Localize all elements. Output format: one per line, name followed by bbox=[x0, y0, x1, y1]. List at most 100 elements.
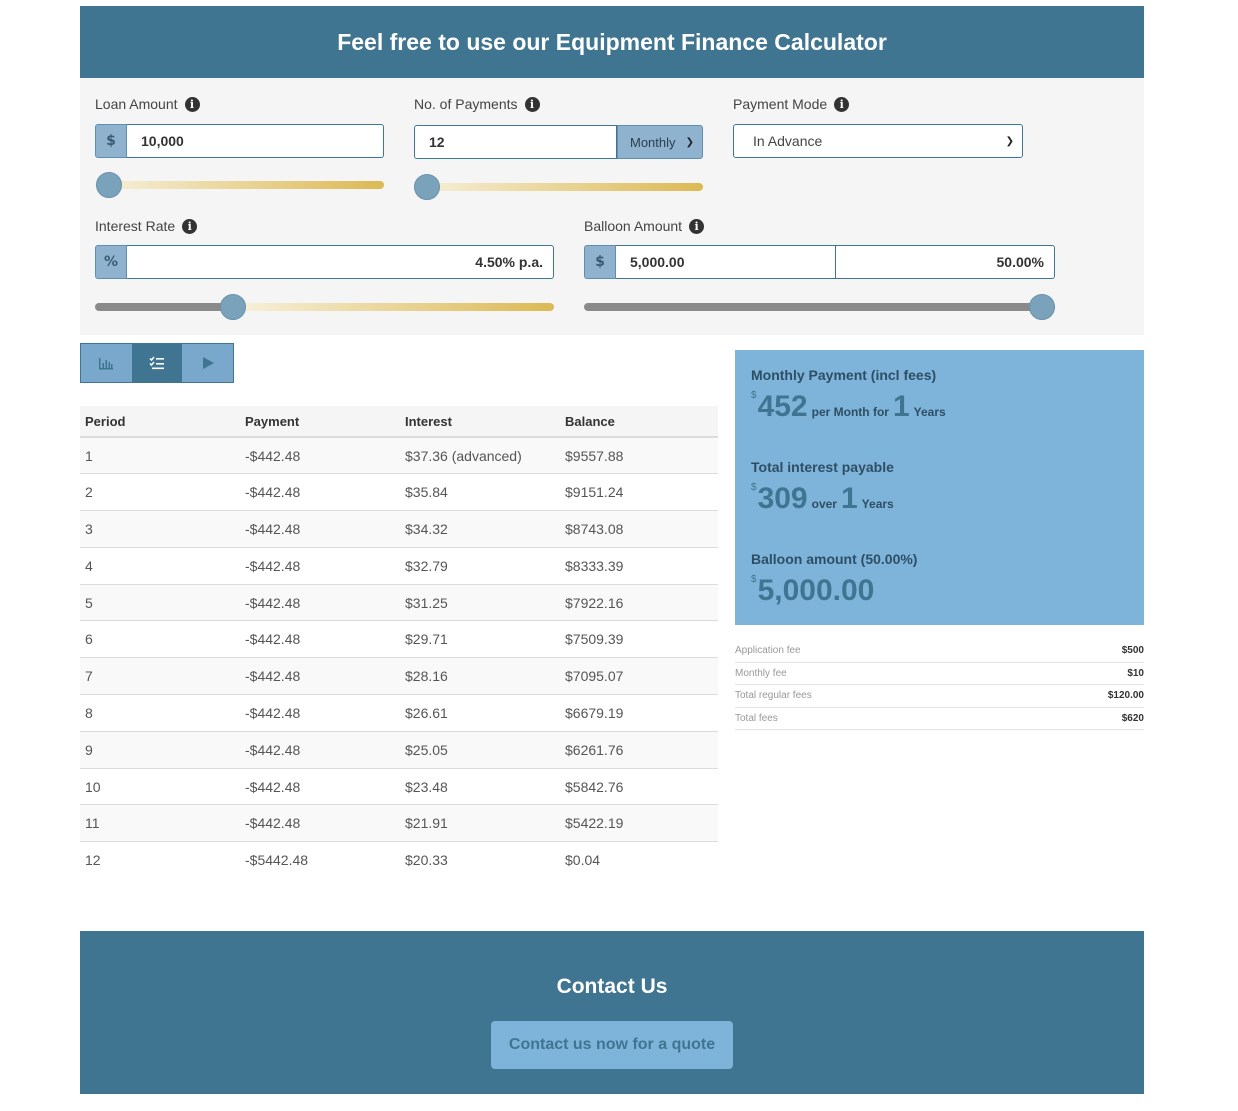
balloon-amount: 5,000.00 bbox=[757, 574, 875, 607]
interest-rate-label-text: Interest Rate bbox=[95, 218, 176, 234]
slider-handle[interactable] bbox=[1029, 294, 1055, 320]
cell-interest: $26.61 bbox=[400, 694, 560, 732]
loan-amount-slider[interactable] bbox=[95, 172, 384, 198]
balloon-slider[interactable] bbox=[584, 294, 1055, 320]
loan-amount-input[interactable]: 10,000 bbox=[127, 124, 384, 158]
table-row: 3 -$442.48 $34.32 $8743.08 bbox=[80, 510, 718, 548]
payments-slider[interactable] bbox=[414, 174, 703, 200]
fee-row: Total regular fees $120.00 bbox=[735, 685, 1144, 708]
monthly-amount: 452 bbox=[757, 390, 808, 423]
loan-amount-label-text: Loan Amount bbox=[95, 96, 178, 112]
results-summary: Monthly Payment (incl fees) $ 452 per Mo… bbox=[735, 350, 1144, 625]
column-header-balance: Balance bbox=[560, 406, 718, 438]
slider-track bbox=[95, 181, 384, 189]
payment-mode-label: Payment Mode i bbox=[733, 96, 850, 112]
currency-symbol: $ bbox=[751, 574, 757, 585]
info-icon[interactable]: i bbox=[524, 96, 540, 112]
monthly-payment-value: $ 452 per Month for 1 Years bbox=[751, 390, 950, 424]
slider-track-filled bbox=[584, 303, 1055, 311]
table-row: 11 -$442.48 $21.91 $5422.19 bbox=[80, 804, 718, 842]
slider-track bbox=[414, 183, 703, 191]
cell-interest: $28.16 bbox=[400, 657, 560, 695]
play-icon bbox=[202, 357, 214, 369]
payments-label-text: No. of Payments bbox=[414, 96, 518, 112]
cell-interest: $20.33 bbox=[400, 841, 560, 879]
fee-value: $620 bbox=[1121, 712, 1144, 724]
per-month-text: per Month for bbox=[811, 405, 889, 419]
slider-handle[interactable] bbox=[220, 294, 246, 320]
cell-payment: -$442.48 bbox=[240, 804, 400, 842]
fee-row: Application fee $500 bbox=[735, 640, 1144, 663]
view-tabs bbox=[80, 343, 234, 383]
cell-balance: $8333.39 bbox=[560, 546, 718, 585]
currency-symbol: $ bbox=[751, 482, 757, 493]
slider-track-filled bbox=[95, 303, 235, 311]
info-icon[interactable]: i bbox=[182, 218, 198, 234]
balloon-amount-label-text: Balloon Amount bbox=[584, 218, 683, 234]
cell-period: 3 bbox=[80, 510, 240, 548]
chevron-down-icon: ❯ bbox=[1005, 135, 1014, 147]
cell-period: 4 bbox=[80, 546, 240, 585]
column-header-period: Period bbox=[80, 406, 240, 438]
cell-interest: $34.32 bbox=[400, 510, 560, 548]
cell-balance: $7922.16 bbox=[560, 583, 718, 621]
frequency-value: Monthly bbox=[630, 134, 676, 150]
fee-value: $500 bbox=[1121, 645, 1144, 657]
payments-group: 12 Monthly ❯ bbox=[414, 125, 703, 159]
over-text: over bbox=[811, 497, 837, 511]
cell-balance: $7509.39 bbox=[560, 620, 718, 658]
currency-symbol: $ bbox=[751, 390, 757, 401]
cell-payment: -$442.48 bbox=[240, 436, 400, 474]
monthly-payment-label: Monthly Payment (incl fees) bbox=[751, 367, 937, 383]
cell-period: 7 bbox=[80, 657, 240, 695]
cell-period: 8 bbox=[80, 694, 240, 732]
info-icon[interactable]: i bbox=[689, 218, 705, 234]
interest-rate-slider[interactable] bbox=[95, 294, 554, 320]
fees-list: Application fee $500 Monthly fee $10 Total… bbox=[735, 640, 1144, 730]
cell-balance: $9557.88 bbox=[560, 436, 718, 474]
table-row: 12 -$5442.48 $20.33 $0.04 bbox=[80, 841, 718, 879]
column-header-interest: Interest bbox=[400, 406, 560, 438]
fee-row: Monthly fee $10 bbox=[735, 663, 1144, 685]
cell-period: 9 bbox=[80, 730, 240, 769]
balloon-percent-input[interactable]: 50.00% bbox=[836, 245, 1055, 279]
interest-rate-input[interactable]: 4.50% p.a. bbox=[127, 245, 554, 279]
fee-label: Monthly fee bbox=[735, 667, 787, 679]
calculator-controls: Loan Amount i $ 10,000 No. of Payments i… bbox=[80, 78, 1144, 335]
table-row: 9 -$442.48 $25.05 $6261.76 bbox=[80, 730, 718, 769]
tab-chart[interactable] bbox=[81, 344, 132, 382]
tab-play[interactable] bbox=[182, 344, 234, 382]
cell-balance: $5842.76 bbox=[560, 767, 718, 805]
payment-mode-select[interactable]: In Advance ❯ bbox=[733, 124, 1023, 158]
info-icon[interactable]: i bbox=[184, 96, 200, 112]
payments-input[interactable]: 12 bbox=[414, 125, 617, 159]
cell-interest: $23.48 bbox=[400, 767, 560, 805]
info-icon[interactable]: i bbox=[834, 96, 850, 112]
cell-interest: $29.71 bbox=[400, 620, 560, 658]
tab-schedule[interactable] bbox=[131, 344, 183, 382]
fee-value: $120.00 bbox=[1107, 690, 1144, 702]
table-row: 6 -$442.48 $29.71 $7509.39 bbox=[80, 620, 718, 658]
cell-balance: $0.04 bbox=[560, 841, 718, 879]
cell-balance: $6261.76 bbox=[560, 730, 718, 769]
balloon-amount-input[interactable]: 5,000.00 bbox=[616, 245, 836, 279]
payment-mode-value: In Advance bbox=[753, 133, 823, 149]
total-interest-value: $ 309 over 1 Years bbox=[751, 482, 898, 516]
frequency-select[interactable]: Monthly ❯ bbox=[617, 125, 703, 159]
cell-payment: -$442.48 bbox=[240, 620, 400, 658]
contact-quote-button[interactable]: Contact us now for a quote bbox=[491, 1021, 733, 1069]
cell-period: 10 bbox=[80, 767, 240, 805]
cell-period: 1 bbox=[80, 436, 240, 474]
page-title: Feel free to use our Equipment Finance C… bbox=[337, 28, 887, 55]
contact-section: Contact Us Contact us now for a quote bbox=[80, 931, 1144, 1094]
slider-handle[interactable] bbox=[414, 174, 440, 200]
cell-interest: $31.25 bbox=[400, 583, 560, 621]
currency-addon: $ bbox=[95, 124, 127, 158]
table-row: 1 -$442.48 $37.36 (advanced) $9557.88 bbox=[80, 436, 718, 474]
chevron-down-icon: ❯ bbox=[685, 136, 694, 148]
table-row: 5 -$442.48 $31.25 $7922.16 bbox=[80, 583, 718, 621]
cell-balance: $5422.19 bbox=[560, 804, 718, 842]
slider-handle[interactable] bbox=[96, 172, 122, 198]
cell-interest: $21.91 bbox=[400, 804, 560, 842]
cell-payment: -$442.48 bbox=[240, 657, 400, 695]
